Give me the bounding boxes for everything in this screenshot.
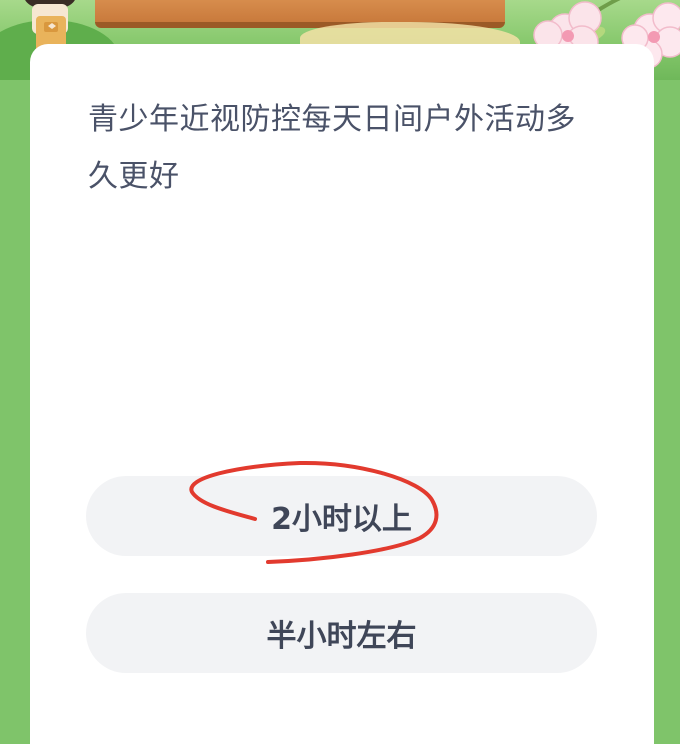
- answer-option-2-label: 半小时左右: [266, 619, 417, 654]
- question-text: 青少年近视防控每天日间户外活动多久更好: [88, 102, 576, 194]
- answer-option-2[interactable]: 半小时左右: [86, 593, 597, 673]
- answer-option-1[interactable]: 2小时以上: [86, 476, 597, 556]
- answer-option-1-label: 2小时以上: [271, 502, 412, 537]
